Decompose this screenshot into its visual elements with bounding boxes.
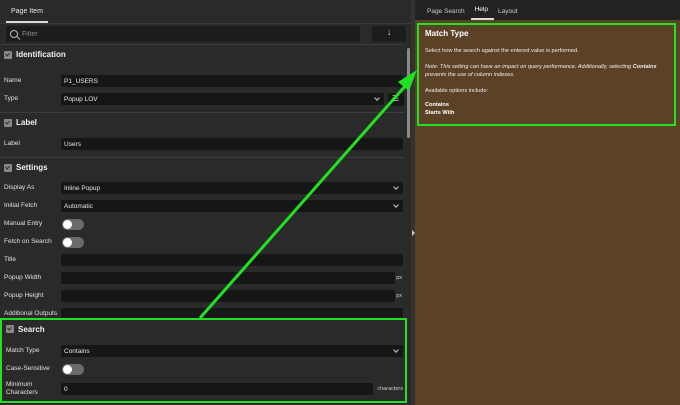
property-row-name: Name P1_USERS xyxy=(0,72,404,90)
help-options-intro: Available options include: xyxy=(425,88,489,94)
section-title: Settings xyxy=(16,163,48,172)
property-label: Label xyxy=(4,140,20,147)
help-title: Match Type xyxy=(425,29,469,38)
unit-label: px xyxy=(396,275,402,281)
case-sensitive-toggle[interactable] xyxy=(62,363,84,375)
property-label: Type xyxy=(4,95,19,102)
help-panel: Page Search Help Layout Match Type Selec… xyxy=(415,0,680,405)
help-note: Note: This setting can have an impact on… xyxy=(425,63,668,79)
property-label: Manual Entry xyxy=(4,220,43,227)
property-label: Display As xyxy=(4,184,35,191)
minimum-characters-input[interactable]: 0 xyxy=(61,383,373,395)
popup-height-input[interactable] xyxy=(61,290,395,302)
property-row-title: Title xyxy=(0,251,404,269)
section-settings[interactable]: Settings xyxy=(0,157,404,177)
filter-row: ↓ xyxy=(0,24,411,44)
tab-page-search[interactable]: Page Search xyxy=(423,8,471,20)
tab-help[interactable]: Help xyxy=(470,6,494,20)
name-input[interactable]: P1_USERS xyxy=(61,75,403,87)
property-label: Additional Outputs xyxy=(4,310,58,317)
type-select[interactable]: Popup LOV xyxy=(61,93,384,105)
help-note-bold: Contains xyxy=(632,64,657,70)
section-title: Identification xyxy=(16,50,66,59)
property-row-match-type: Match Type Contains xyxy=(2,342,405,360)
tab-page-item[interactable]: Page Item xyxy=(6,8,48,23)
filter-input[interactable] xyxy=(22,30,322,38)
property-row-initial-fetch: Initial Fetch Automatic xyxy=(0,197,404,215)
collapse-icon[interactable] xyxy=(6,325,14,333)
list-icon[interactable] xyxy=(388,92,404,106)
property-row-case-sensitive: Case-Sensitive xyxy=(2,360,405,378)
go-to-group-button[interactable]: ↓ xyxy=(372,26,406,42)
property-row-fetch-on-search: Fetch on Search xyxy=(0,233,404,251)
help-option: Starts With xyxy=(425,110,455,116)
manual-entry-toggle[interactable] xyxy=(62,218,84,230)
display-as-select[interactable]: Inline Popup xyxy=(61,182,403,194)
property-label: Initial Fetch xyxy=(4,202,38,209)
collapse-icon[interactable] xyxy=(4,118,12,127)
tab-layout[interactable]: Layout xyxy=(494,8,524,20)
property-row-label: Label Users xyxy=(0,135,404,153)
section-search-header[interactable]: Search xyxy=(2,320,405,338)
property-row-minimum-characters: Minimum Characters 0 characters xyxy=(2,378,405,400)
match-type-select[interactable]: Contains xyxy=(61,345,403,357)
property-row-popup-width: Popup Width px xyxy=(0,269,404,287)
section-title: Label xyxy=(16,118,37,127)
field-value: 0 xyxy=(64,385,68,393)
chevron-down-icon xyxy=(393,202,399,208)
field-value: Users xyxy=(64,140,81,148)
collapse-icon[interactable] xyxy=(4,50,12,59)
section-search: Search Match Type Contains Case-Sensitiv… xyxy=(0,318,407,403)
chevron-down-icon xyxy=(393,184,399,190)
help-option: Contains xyxy=(425,102,449,108)
right-tabbar: Page Search Help Layout xyxy=(415,0,680,20)
section-identification[interactable]: Identification xyxy=(0,44,404,64)
section-label[interactable]: Label xyxy=(0,112,404,132)
property-label: Popup Height xyxy=(4,292,44,299)
property-list-scrollbar[interactable] xyxy=(407,44,410,405)
help-note-text: prevents the use of column indexes. xyxy=(425,72,515,78)
unit-label: characters xyxy=(377,386,403,392)
initial-fetch-select[interactable]: Automatic xyxy=(61,200,403,212)
scrollbar-thumb[interactable] xyxy=(407,48,410,138)
field-value: Inline Popup xyxy=(64,184,101,192)
property-label: Title xyxy=(4,256,17,263)
help-content: Match Type Select how the search against… xyxy=(417,23,676,126)
filter-box[interactable] xyxy=(6,26,360,42)
section-title: Search xyxy=(18,324,45,334)
title-input[interactable] xyxy=(61,254,403,266)
fetch-on-search-toggle[interactable] xyxy=(62,236,84,248)
chevron-down-icon xyxy=(393,347,399,353)
help-description: Select how the search against the entere… xyxy=(425,48,579,54)
property-row-manual-entry: Manual Entry xyxy=(0,215,404,233)
property-label: Case-Sensitive xyxy=(6,365,50,372)
property-label: Name xyxy=(4,77,22,84)
search-icon xyxy=(10,30,18,38)
field-value: Automatic xyxy=(64,202,93,210)
property-label: Fetch on Search xyxy=(4,238,52,245)
left-tabbar: Page Item xyxy=(0,0,411,24)
property-label: Minimum Characters xyxy=(6,381,38,396)
property-row-popup-height: Popup Height px xyxy=(0,287,404,305)
page-item-panel: Page Item ↓ Identification Name P1_USERS… xyxy=(0,0,411,405)
go-to-group-icon: ↓ xyxy=(386,27,392,38)
chevron-down-icon xyxy=(374,95,380,101)
popup-width-input[interactable] xyxy=(61,272,395,284)
field-value: P1_USERS xyxy=(64,77,98,85)
label-input[interactable]: Users xyxy=(61,138,403,150)
field-value: Contains xyxy=(64,347,90,355)
field-value: Popup LOV xyxy=(64,95,98,103)
unit-label: px xyxy=(396,293,402,299)
help-note-text: Note: This setting can have an impact on… xyxy=(425,64,633,70)
property-row-display-as: Display As Inline Popup xyxy=(0,179,404,197)
property-row-type: Type Popup LOV xyxy=(0,90,404,108)
property-label: Match Type xyxy=(6,347,40,354)
collapse-icon[interactable] xyxy=(4,163,12,172)
property-label: Popup Width xyxy=(4,274,42,281)
